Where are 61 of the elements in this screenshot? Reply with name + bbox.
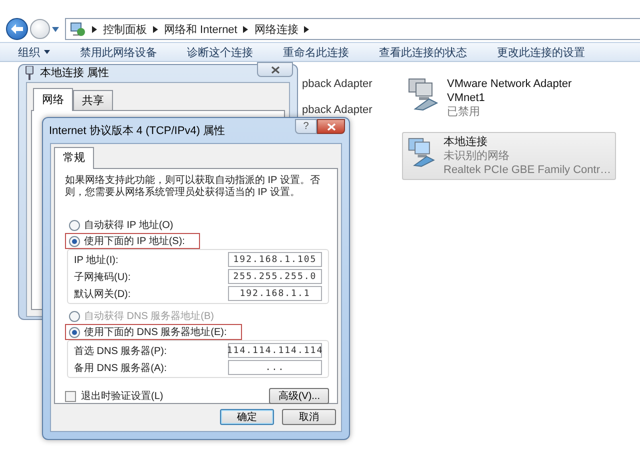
- computers-icon: [407, 135, 438, 169]
- address-bar[interactable]: 控制面板 网络和 Internet 网络连接: [65, 18, 640, 40]
- toolbar-button[interactable]: 查看此连接的状态: [379, 44, 467, 60]
- help-button[interactable]: ?: [295, 119, 317, 134]
- tab[interactable]: 共享: [73, 90, 113, 110]
- adapter-status: 已禁用: [447, 105, 481, 119]
- caret-icon: [44, 50, 50, 54]
- chevron-icon: [304, 26, 310, 32]
- close-icon: [326, 122, 336, 130]
- field-label: 默认网关(D):: [74, 288, 131, 300]
- dialog-button[interactable]: 确定: [220, 409, 274, 425]
- close-button[interactable]: [317, 119, 345, 134]
- advanced-button[interactable]: 高级(V)...: [269, 388, 329, 404]
- network-folder-icon: [70, 21, 86, 37]
- toolbar-button[interactable]: 诊断这个连接: [187, 44, 253, 60]
- adapter-name[interactable]: pback Adapter: [302, 104, 398, 116]
- dropdown-icon[interactable]: [52, 26, 59, 32]
- left-arrow-icon: [11, 24, 23, 34]
- chevron-icon: [92, 26, 97, 32]
- radio-button[interactable]: [69, 326, 80, 338]
- ip-address-field[interactable]: 192.168.1.1: [228, 286, 322, 301]
- adapter-item[interactable]: 本地连接 未识别的网络 Realtek PCIe GBE Family Contr…: [402, 132, 616, 180]
- ip-address-field[interactable]: 192.168.1.105: [228, 252, 322, 267]
- radio-button[interactable]: [69, 236, 80, 246]
- tab[interactable]: 网络: [33, 88, 73, 111]
- field-label: 备用 DNS 服务器(A):: [74, 362, 167, 374]
- toolbar-button[interactable]: 禁用此网络设备: [80, 44, 157, 60]
- breadcrumb[interactable]: 网络连接: [254, 22, 298, 36]
- field-label: 子网掩码(U):: [74, 270, 131, 284]
- breadcrumb[interactable]: 控制面板: [103, 22, 147, 36]
- close-button[interactable]: [257, 62, 293, 77]
- breadcrumb[interactable]: 网络和 Internet: [164, 22, 238, 36]
- network-plug-icon: [25, 66, 34, 80]
- radio-option[interactable]: 使用下面的 DNS 服务器地址(E):: [65, 324, 242, 340]
- ip-address-field[interactable]: 255.255.255.0: [228, 269, 322, 284]
- chevron-icon: [153, 26, 158, 32]
- field-label: IP 地址(I):: [74, 254, 118, 266]
- dialog-button[interactable]: 取消: [282, 409, 336, 425]
- adapter-name[interactable]: pback Adapter: [302, 78, 398, 90]
- checkbox-option[interactable]: 退出时验证设置(L): [65, 389, 164, 403]
- tab[interactable]: 常规: [54, 147, 94, 169]
- radio-option[interactable]: 自动获得 IP 地址(O): [65, 217, 188, 233]
- adapter-device: Realtek PCIe GBE Family Contr…: [444, 163, 611, 177]
- toolbar-button[interactable]: 重命名此连接: [283, 44, 349, 60]
- toolbar-button[interactable]: 组织: [18, 44, 50, 60]
- dialog-title: 本地连接 属性: [40, 66, 110, 80]
- adapter-name: 本地连接: [444, 135, 488, 149]
- checkbox[interactable]: [65, 390, 76, 402]
- dialog-title: Internet 协议版本 4 (TCP/IPv4) 属性: [49, 124, 226, 138]
- field-label: 首选 DNS 服务器(P):: [74, 344, 167, 358]
- adapter-name: VMware Network Adapter VMnet1: [447, 77, 573, 105]
- adapter-status: 未识别的网络: [444, 149, 510, 163]
- radio-option[interactable]: 使用下面的 IP 地址(S):: [65, 233, 200, 249]
- ip-address-field[interactable]: 114.114.114.114: [228, 343, 322, 358]
- back-button[interactable]: [6, 18, 28, 40]
- ip-address-field[interactable]: ...: [228, 360, 322, 375]
- close-icon: [270, 66, 280, 74]
- description-text: 如果网络支持此功能，则可以获取自动指派的 IP 设置。否则，您需要从网络系统管理员处获得适当的 IP 设置。: [65, 175, 321, 199]
- toolbar-button[interactable]: 更改此连接的设置: [497, 44, 585, 60]
- chevron-icon: [243, 26, 248, 32]
- radio-button[interactable]: [69, 220, 80, 230]
